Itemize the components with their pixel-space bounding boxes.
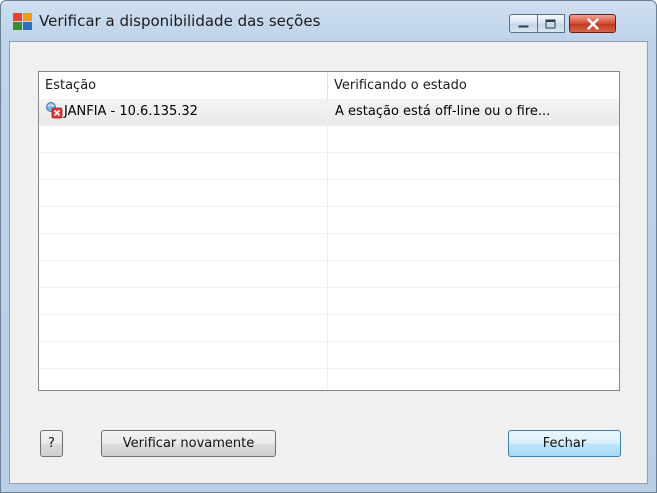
close-window-button[interactable] xyxy=(569,14,616,33)
table-row[interactable]: JANFIA - 10.6.135.32 A estação está off-… xyxy=(39,99,619,126)
status-cell: A estação está off-line ou o fire... xyxy=(327,99,619,125)
list-header: Estação Verificando o estado xyxy=(39,72,619,99)
minimize-icon xyxy=(518,25,528,27)
empty-row xyxy=(39,315,619,342)
avg-logo-icon xyxy=(13,13,32,30)
empty-row xyxy=(39,126,619,153)
station-offline-icon xyxy=(46,102,63,119)
dialog-body: Estação Verificando o estado JANFIA - 10… xyxy=(9,41,648,484)
column-header-station[interactable]: Estação xyxy=(39,72,327,99)
dialog-window: Verificar a disponibilidade das seções E… xyxy=(0,0,657,493)
recheck-button[interactable]: Verificar novamente xyxy=(101,430,276,457)
empty-row xyxy=(39,261,619,288)
station-name: JANFIA - 10.6.135.32 xyxy=(64,104,198,119)
minimize-button[interactable] xyxy=(509,14,538,33)
maximize-button[interactable] xyxy=(538,14,565,33)
empty-row xyxy=(39,288,619,315)
close-button[interactable]: Fechar xyxy=(508,430,621,457)
station-status-list[interactable]: Estação Verificando o estado JANFIA - 10… xyxy=(38,71,620,391)
title-bar[interactable]: Verificar a disponibilidade das seções xyxy=(1,1,656,41)
close-icon xyxy=(586,18,599,29)
station-cell: JANFIA - 10.6.135.32 xyxy=(39,99,327,125)
empty-row xyxy=(39,369,619,390)
window-title: Verificar a disponibilidade das seções xyxy=(39,12,321,30)
maximize-icon xyxy=(545,19,556,28)
empty-row xyxy=(39,234,619,261)
empty-row xyxy=(39,342,619,369)
help-button[interactable]: ? xyxy=(40,430,63,457)
empty-row xyxy=(39,180,619,207)
empty-row xyxy=(39,153,619,180)
column-header-status[interactable]: Verificando o estado xyxy=(327,72,619,99)
empty-row xyxy=(39,207,619,234)
